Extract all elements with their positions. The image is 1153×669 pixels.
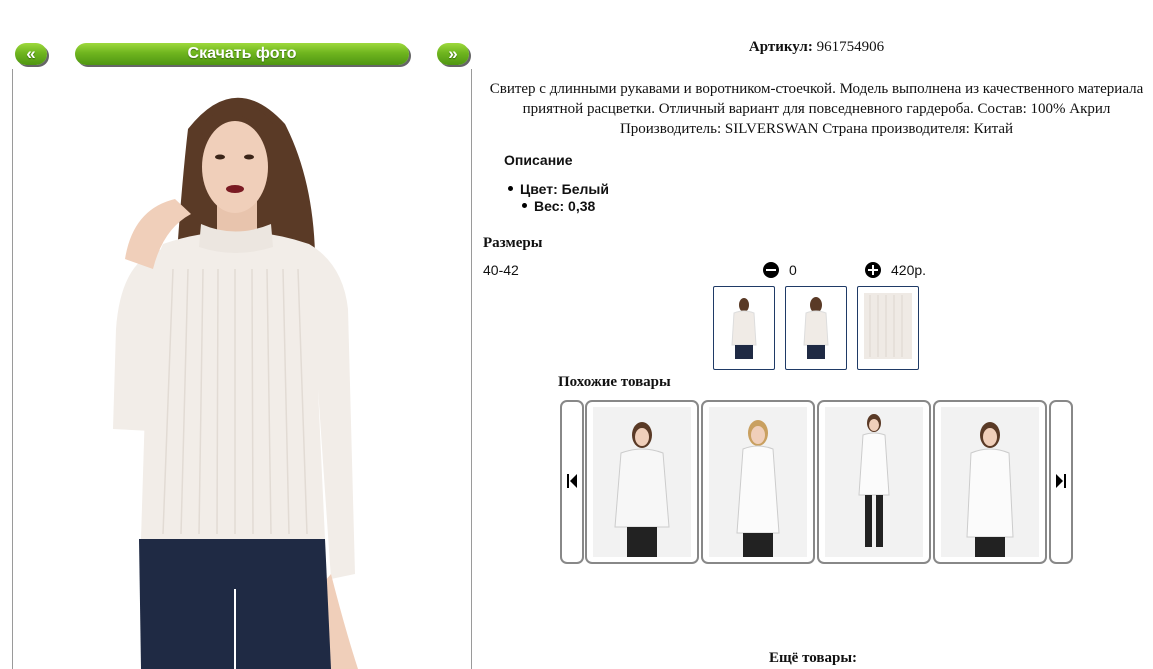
- property-weight: Вес: 0,38: [522, 198, 609, 215]
- sku-label: Артикул:: [748, 39, 813, 55]
- thumbnail-back-image: [803, 297, 829, 359]
- similar-products-heading: Похожие товары: [558, 374, 671, 390]
- carousel-prev-button[interactable]: [560, 400, 584, 564]
- description-heading: Описание: [504, 152, 573, 168]
- similar-product-image: [966, 422, 1014, 557]
- previous-photo-button[interactable]: «: [15, 43, 47, 65]
- property-weight-text: Вес: 0,38: [534, 198, 596, 214]
- carousel-next-button[interactable]: [1049, 400, 1073, 564]
- skip-next-icon: [1056, 474, 1066, 488]
- size-value: 40-42: [483, 262, 519, 278]
- price-value: 420р.: [891, 262, 927, 278]
- more-products-heading: Ещё товары:: [769, 650, 858, 666]
- thumbnail-back[interactable]: [785, 286, 847, 370]
- download-photo-button[interactable]: Скачать фото: [75, 43, 409, 65]
- similar-product-card[interactable]: [933, 400, 1047, 564]
- thumbnail-fabric[interactable]: [857, 286, 919, 370]
- next-photo-button[interactable]: »: [437, 43, 469, 65]
- similar-product-card[interactable]: [701, 400, 815, 564]
- thumbnail-fabric-image: [864, 293, 912, 359]
- similar-product-image: [614, 422, 670, 557]
- thumbnail-front-image: [731, 298, 757, 359]
- main-product-photo: [12, 69, 472, 669]
- similar-product-card[interactable]: [585, 400, 699, 564]
- product-description: Свитер с длинными рукавами и воротником-…: [489, 81, 1144, 137]
- sku-line: Артикул: 961754906: [480, 39, 1153, 56]
- sku-value: 961754906: [816, 39, 885, 55]
- sizes-heading: Размеры: [483, 235, 543, 251]
- similar-product-image: [858, 414, 890, 547]
- model-photo-illustration: [113, 97, 358, 669]
- property-color-text: Цвет: Белый: [520, 181, 609, 197]
- skip-previous-icon: [567, 474, 577, 488]
- properties-list: Цвет: Белый Вес: 0,38: [508, 181, 609, 215]
- property-color: Цвет: Белый: [508, 181, 609, 198]
- quantity-value: 0: [789, 262, 797, 278]
- plus-circle-icon[interactable]: [865, 262, 881, 278]
- minus-circle-icon[interactable]: [763, 262, 779, 278]
- similar-product-image: [736, 420, 780, 557]
- thumbnail-front[interactable]: [713, 286, 775, 370]
- similar-product-card[interactable]: [817, 400, 931, 564]
